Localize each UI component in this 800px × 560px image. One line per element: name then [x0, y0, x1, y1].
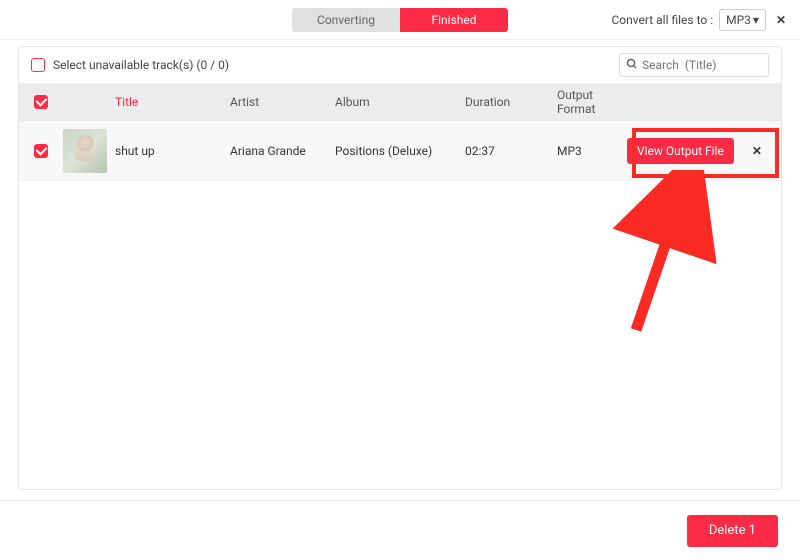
table-row: shut up Ariana Grande Positions (Deluxe)…: [19, 121, 781, 181]
search-input[interactable]: [642, 58, 742, 72]
header-album[interactable]: Album: [335, 95, 465, 109]
header-duration[interactable]: Duration: [465, 95, 557, 109]
convert-all-label: Convert all files to :: [611, 13, 713, 27]
search-box[interactable]: [619, 53, 769, 77]
topbar-right: Convert all files to : MP3 ▾ ✕: [611, 0, 790, 40]
format-select[interactable]: MP3 ▾: [719, 9, 766, 31]
filter-row: Select unavailable track(s) (0 / 0): [19, 47, 781, 83]
header-artist[interactable]: Artist: [230, 95, 335, 109]
row-duration: 02:37: [465, 144, 557, 158]
remove-row-icon[interactable]: ✕: [744, 144, 770, 158]
row-album: Positions (Deluxe): [335, 144, 465, 158]
row-artist: Ariana Grande: [230, 144, 335, 158]
topbar: Converting Finished Convert all files to…: [0, 0, 800, 40]
album-art: [63, 129, 107, 173]
search-icon: [626, 58, 638, 73]
delete-button[interactable]: Delete 1: [687, 515, 778, 547]
tab-converting[interactable]: Converting: [292, 8, 400, 32]
header-output-format[interactable]: Output Format: [557, 88, 627, 116]
tab-finished[interactable]: Finished: [400, 8, 508, 32]
select-unavailable-checkbox[interactable]: [31, 58, 45, 72]
close-icon[interactable]: ✕: [772, 13, 790, 27]
tabs: Converting Finished: [292, 8, 508, 32]
row-checkbox[interactable]: [34, 144, 48, 158]
format-selected-value: MP3: [726, 13, 751, 27]
select-all-checkbox[interactable]: [34, 95, 48, 109]
caret-down-icon: ▾: [753, 13, 759, 27]
filter-left: Select unavailable track(s) (0 / 0): [31, 58, 229, 72]
view-output-file-button[interactable]: View Output File: [627, 138, 734, 164]
select-unavailable-label: Select unavailable track(s) (0 / 0): [53, 58, 229, 72]
row-format: MP3: [557, 144, 627, 158]
row-title: shut up: [115, 144, 230, 158]
table-header: Title Artist Album Duration Output Forma…: [19, 83, 781, 121]
header-title[interactable]: Title: [115, 95, 230, 109]
footer: Delete 1: [0, 500, 800, 560]
main-panel: Select unavailable track(s) (0 / 0) Titl…: [18, 46, 782, 490]
